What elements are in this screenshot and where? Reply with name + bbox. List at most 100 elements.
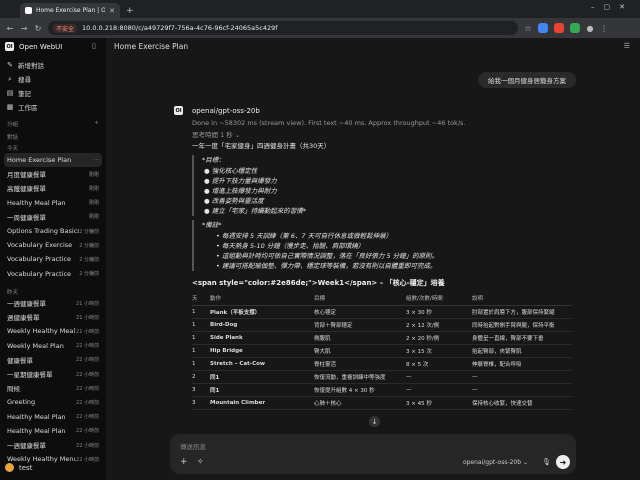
close-tab-icon[interactable]: ✕ bbox=[109, 7, 115, 15]
table-cell: 身體呈一直線，臀部不要下垂 bbox=[472, 331, 572, 345]
message-input[interactable]: 傳送訊息 bbox=[180, 441, 206, 451]
menu-label: 新增對話 bbox=[18, 62, 44, 70]
table-header: 天 bbox=[192, 292, 210, 306]
section-label: 今天 bbox=[7, 146, 19, 152]
chat-list-item[interactable]: 一週健康餐單 22 小時前 bbox=[4, 438, 102, 452]
note-item: • 建議可搭配瑜伽墊、彈力帶、穩定球等裝備，若沒有則以自體重即可完成。 bbox=[216, 262, 437, 270]
chat-list-item[interactable]: Healthy Meal Plan 剛剛 bbox=[4, 196, 102, 210]
table-header: 說明 bbox=[472, 292, 572, 306]
goal-item: ● 提升下肢力量與爆發力 bbox=[204, 177, 277, 185]
chat-list-item[interactable]: Weekly Healthy Meal P...21 小時前 bbox=[4, 324, 102, 338]
chat-list-item[interactable]: Weekly Healthy Menu 22 小時前 bbox=[4, 452, 102, 466]
new-chat-button[interactable]: ✎ 新增對話 bbox=[4, 58, 102, 72]
chat-item-title: Healthy Meal Plan bbox=[7, 198, 66, 207]
table-cell: 同1 bbox=[210, 370, 314, 384]
section-folders[interactable]: 分組 + bbox=[7, 120, 99, 128]
chat-list-item[interactable]: 一周健康餐單 剛剛 bbox=[4, 210, 102, 224]
send-button[interactable]: ➜ bbox=[556, 455, 570, 469]
table-cell: Side Plank bbox=[210, 331, 314, 345]
address-bar: ← → ↻ 不安全 10.0.0.218:8080/c/a49729f7-756… bbox=[0, 18, 640, 38]
goal-item: ● 建立「宅家」持續動起來的習慣* bbox=[204, 207, 306, 215]
chat-list-item[interactable]: Greeting 22 小時前 bbox=[4, 395, 102, 409]
chat-list-item[interactable]: 週健康餐單 21 小時前 bbox=[4, 310, 102, 324]
extension-icon[interactable] bbox=[538, 23, 548, 33]
window-controls[interactable]: –▢✕ bbox=[591, 3, 634, 11]
note-item: • 每週安排 5 天訓練（第 6、7 天可自行休息或做輕鬆伸展） bbox=[216, 232, 393, 240]
new-tab-icon[interactable]: + bbox=[126, 6, 134, 16]
table-cell: — bbox=[472, 370, 572, 384]
chat-item-time: 2 分鐘前 bbox=[79, 242, 99, 249]
sidebar-toggle-icon[interactable]: ▯ bbox=[92, 42, 96, 50]
microphone-icon[interactable]: 🎙 bbox=[542, 458, 551, 466]
chat-list-item[interactable]: Healthy Meal Plan 22 小時前 bbox=[4, 424, 102, 438]
add-folder-icon[interactable]: + bbox=[94, 120, 99, 128]
table-cell: 同時抬起對側手臂與腿，保持平衡 bbox=[472, 318, 572, 332]
attach-plus-icon[interactable]: + bbox=[180, 457, 188, 467]
tools-icon[interactable]: ✧ bbox=[197, 457, 204, 466]
openwebui-logo-icon: OI bbox=[5, 42, 14, 51]
table-row: 3 Mountain Climber 心肺＋核心 3 × 45 秒保持核心收緊，快速交… bbox=[192, 396, 572, 410]
chat-item-time: 22 小時前 bbox=[76, 442, 99, 449]
chat-list-item[interactable]: 一週健康餐單 21 小時前 bbox=[4, 296, 102, 310]
table-cell: 1 bbox=[192, 331, 210, 345]
table-cell: 2 × 20 秒/側 bbox=[406, 331, 472, 345]
profile-icon[interactable]: ● bbox=[586, 24, 594, 33]
search-button[interactable]: ⌕ 搜尋 bbox=[4, 72, 102, 86]
table-cell: 1 bbox=[192, 344, 210, 358]
note-item: • 這組動與計時均可依自己實際情況調整，落在「良好張力 5 分鐘」的原則。 bbox=[216, 252, 439, 260]
chat-item-title: Vocabulary Practice bbox=[7, 269, 72, 278]
chat-item-title: Greeting bbox=[7, 398, 36, 407]
chat-item-time: ··· bbox=[94, 157, 99, 163]
week-heading: <span style="color:#2e86de;">Week1</span… bbox=[192, 279, 445, 287]
workspace-button[interactable]: ▦ 工作區 bbox=[4, 100, 102, 114]
table-header: 動作 bbox=[210, 292, 314, 306]
browser-menu-icon[interactable]: ⋮ bbox=[600, 24, 608, 33]
model-selector[interactable]: openai/gpt-oss-20b ⌄ bbox=[463, 459, 528, 466]
chat-item-title: 一週健康餐單 bbox=[7, 300, 46, 308]
extension-icon[interactable] bbox=[554, 23, 564, 33]
goals-heading: *目標： bbox=[202, 156, 225, 164]
table-cell: 3 bbox=[192, 383, 210, 397]
table-cell: 脊柱靈活 bbox=[314, 357, 406, 371]
bookmark-star-icon[interactable]: ☆ bbox=[524, 24, 532, 33]
section-label: 昨天 bbox=[7, 290, 19, 296]
chat-item-title: Weekly Meal Plan bbox=[7, 341, 64, 350]
table-cell: — bbox=[472, 383, 572, 397]
menu-label: 筆記 bbox=[18, 90, 31, 98]
chat-list-item[interactable]: 高鐵健康餐單 剛剛 bbox=[4, 181, 102, 195]
brand[interactable]: OI Open WebUI bbox=[5, 42, 62, 51]
controls-icon[interactable]: ☰ bbox=[624, 42, 630, 50]
forward-icon[interactable]: → bbox=[20, 24, 28, 33]
brand-name: Open WebUI bbox=[19, 42, 63, 51]
chat-item-title: 健康餐單 bbox=[7, 356, 33, 365]
chat-list-item[interactable]: Healthy Meal Plan 22 小時前 bbox=[4, 410, 102, 424]
chat-list-item[interactable]: Vocabulary Practice 2 分鐘前 bbox=[4, 267, 102, 281]
chat-list-item[interactable]: 健康餐單 22 小時前 bbox=[4, 353, 102, 367]
notes-button[interactable]: ▤ 筆記 bbox=[4, 86, 102, 100]
table-row: 1 Hip Bridge 臀大肌 3 × 15 次抬起臀部，夾緊臀肌 bbox=[192, 344, 572, 358]
chat-list-item[interactable]: Vocabulary Exercise 2 分鐘前 bbox=[4, 238, 102, 252]
chat-item-title: Weekly Healthy Meal P... bbox=[7, 327, 76, 336]
notes-quote: *備註* • 每週安排 5 天訓練（第 6、7 天可自行休息或做輕鬆伸展） • 每… bbox=[192, 220, 572, 271]
chat-list-item[interactable]: Options Trading Basics 2 分鐘前 bbox=[4, 224, 102, 238]
chat-list-item[interactable]: 一星期健康餐單 22 小時前 bbox=[4, 367, 102, 381]
chat-list-item[interactable]: 問候 22 小時前 bbox=[4, 381, 102, 395]
thinking-toggle[interactable]: 思考時間 1 秒 ⌄ bbox=[192, 129, 240, 139]
chat-list-item[interactable]: 月度健康餐單 剛剛 bbox=[4, 167, 102, 181]
url-field[interactable]: 不安全 10.0.0.218:8080/c/a49729f7-756a-4c76… bbox=[48, 21, 518, 35]
chat-list-item[interactable]: Vocabulary Practice 2 分鐘前 bbox=[4, 252, 102, 266]
chat-list-item[interactable]: Home Exercise Plan ··· bbox=[4, 153, 102, 167]
scroll-down-button[interactable]: ↓ bbox=[369, 416, 380, 427]
reload-icon[interactable]: ↻ bbox=[34, 24, 42, 33]
chat-item-time: 22 小時前 bbox=[76, 343, 99, 350]
chat-item-title: Vocabulary Exercise bbox=[7, 241, 73, 250]
response-meta: Done in ~58302 ms (stream view). First t… bbox=[192, 119, 466, 127]
chat-list-item[interactable]: Weekly Meal Plan 22 小時前 bbox=[4, 339, 102, 353]
browser-tab[interactable]: Home Exercise Plan | Open WebUI ✕ bbox=[20, 3, 120, 18]
back-icon[interactable]: ← bbox=[6, 24, 14, 33]
table-cell: 同1 bbox=[210, 383, 314, 397]
extension-icon[interactable] bbox=[570, 23, 580, 33]
insecure-badge[interactable]: 不安全 bbox=[53, 23, 78, 33]
message-input-box[interactable]: 傳送訊息 + ✧ openai/gpt-oss-20b ⌄ 🎙 ➜ bbox=[170, 434, 576, 474]
response-heading: 一年一度「宅家健身」四週健身計畫（共30天） bbox=[192, 142, 331, 150]
